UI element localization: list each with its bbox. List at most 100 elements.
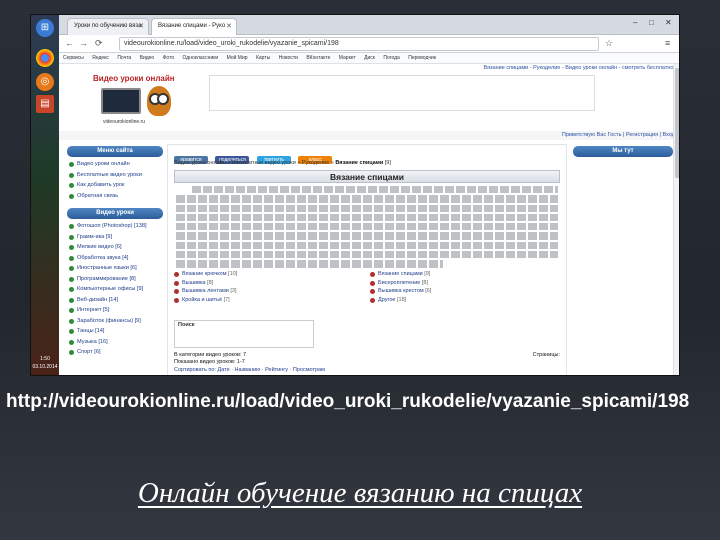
taskbar-clock: 1:50: [40, 356, 50, 362]
user-bar: Приветствую Вас Гость | Регистрация | Вх…: [59, 131, 679, 140]
breadcrumb-current: Вязание спицами: [335, 160, 384, 166]
close-icon[interactable]: ✕: [138, 22, 144, 30]
sidebar-item[interactable]: Видео уроки онлайн: [67, 159, 163, 170]
maximize-icon[interactable]: □: [649, 18, 654, 27]
bookmark-item[interactable]: Карты: [256, 55, 270, 61]
search-label: Поиск: [178, 322, 195, 328]
sidebar-header-lessons: Видео уроки: [67, 208, 163, 219]
bookmark-item[interactable]: Фото: [163, 55, 175, 61]
owl-icon: [147, 86, 171, 116]
forward-icon[interactable]: →: [79, 38, 88, 48]
sidebar-item[interactable]: Спорт [6]: [67, 347, 163, 358]
right-sidebar-header: Мы тут: [573, 146, 673, 157]
sidebar-item[interactable]: Интернет [5]: [67, 305, 163, 316]
login-links[interactable]: Приветствую Вас Гость | Регистрация | Вх…: [562, 132, 675, 138]
breadcrumb-count: [9]: [384, 160, 391, 166]
slide-title: Онлайн обучение вязанию на спицах: [137, 477, 583, 509]
subcategory-link[interactable]: Вязание крючком [10]: [174, 270, 354, 279]
site-topbar: Вязание спицами - Рукоделие - Видео урок…: [59, 64, 679, 73]
sidebar-item[interactable]: Танцы [14]: [67, 326, 163, 337]
site-logo[interactable]: Видео уроки онлайн videourokionline.ru: [93, 74, 185, 129]
main-content: нравится поделиться твитнуть класс Видео…: [167, 144, 567, 375]
address-bar: ← → ⟳ videourokionline.ru/load/video_uro…: [59, 35, 679, 53]
category-description: [174, 186, 560, 268]
logo-title: Видео уроки онлайн: [93, 74, 175, 83]
search-widget[interactable]: Поиск: [174, 320, 314, 348]
logo-url: videourokionline.ru: [103, 119, 145, 125]
bookmark-item[interactable]: Одноклассники: [183, 55, 219, 61]
sidebar-item[interactable]: Мелкие видео [6]: [67, 242, 163, 253]
breadcrumb-item[interactable]: Видео уроки онлайн: [174, 160, 226, 166]
subcategory-link[interactable]: Вышивка лентами [3]: [174, 287, 354, 296]
sidebar-item[interactable]: Компьютерные офисы [9]: [67, 284, 163, 295]
bookmarks-bar: Сервисы Яндекс Почта Видео Фото Одноклас…: [59, 53, 679, 64]
star-icon[interactable]: ☆: [605, 38, 613, 49]
browser-window: Уроки по обучению вяза ✕ Вязание спицами…: [59, 15, 679, 375]
stats-shown: Показано видео уроков: 1-7: [174, 359, 245, 365]
sidebar-item[interactable]: Программирование [8]: [67, 274, 163, 285]
subcategory-link[interactable]: Вышивка [8]: [174, 279, 354, 288]
subcategory-list: Вязание крючком [10] Вышивка [8] Вышивка…: [174, 270, 560, 308]
sidebar-item[interactable]: Обработка звука [4]: [67, 253, 163, 264]
page-scrollbar[interactable]: [673, 64, 679, 375]
lesson-stats: В категории видео уроков: 7 Показано вид…: [174, 352, 246, 366]
presentation-icon[interactable]: ▤: [36, 95, 54, 113]
bookmark-item[interactable]: Сервисы: [63, 55, 84, 61]
page-title: Вязание спицами: [174, 170, 560, 183]
avast-icon[interactable]: ◎: [36, 73, 54, 91]
subcategory-link[interactable]: Вязание спицами [9]: [370, 270, 550, 279]
left-sidebar: Меню сайта Видео уроки онлайн Бесплатные…: [67, 146, 163, 375]
bookmark-item[interactable]: Видео: [140, 55, 155, 61]
sidebar-item[interactable]: Веб-дизайн [14]: [67, 295, 163, 306]
tab-label: Уроки по обучению вяза: [74, 23, 142, 29]
chrome-icon[interactable]: [36, 49, 54, 67]
breadcrumb: Видео уроки онлайн » Бесплатные видео ур…: [174, 160, 391, 166]
web-page: Вязание спицами - Рукоделие - Видео урок…: [59, 64, 679, 375]
minimize-icon[interactable]: –: [633, 18, 637, 27]
back-icon[interactable]: ←: [65, 38, 74, 48]
sidebar-item[interactable]: Иностранные языки [6]: [67, 263, 163, 274]
sidebar-item[interactable]: Фотошоп (Photoshop) [138]: [67, 221, 163, 232]
url-input[interactable]: videourokionline.ru/load/video_uroki_ruk…: [119, 37, 599, 51]
sidebar-item[interactable]: Как добавить урок: [67, 180, 163, 191]
scrollbar-thumb[interactable]: [675, 68, 679, 178]
tab-knitting[interactable]: Вязание спицами - Руко ✕: [151, 18, 237, 35]
laptop-icon: [101, 88, 141, 114]
sidebar-item[interactable]: Заработок (финансы) [9]: [67, 316, 163, 327]
tab-lessons[interactable]: Уроки по обучению вяза ✕: [67, 18, 149, 35]
subcategory-link[interactable]: Другое [18]: [370, 296, 550, 305]
sidebar-item[interactable]: Музыка [16]: [67, 337, 163, 348]
close-window-icon[interactable]: ✕: [665, 18, 672, 27]
share-buttons: нравится поделиться твитнуть класс: [174, 148, 560, 164]
bookmark-item[interactable]: Почта: [117, 55, 131, 61]
bookmark-item[interactable]: Новости: [279, 55, 298, 61]
bookmark-item[interactable]: Переводчик: [408, 55, 436, 61]
menu-icon[interactable]: ≡: [665, 38, 670, 48]
taskbar-date: 03.10.2014: [32, 364, 58, 370]
bookmark-item[interactable]: Маркет: [339, 55, 356, 61]
url-caption: http://videourokionline.ru/load/video_ur…: [6, 391, 690, 412]
close-icon[interactable]: ✕: [226, 22, 232, 30]
bookmark-item[interactable]: ВКонтакте: [306, 55, 330, 61]
sort-links[interactable]: Сортировать по: Дате · Названию · Рейтин…: [174, 367, 325, 373]
windows-taskbar: ⊞ ◎ ▤ 1:50 03.10.2014: [31, 15, 59, 375]
ad-banner: [209, 75, 595, 111]
breadcrumb-item[interactable]: Бесплатные видео уроки: [232, 160, 296, 166]
bookmark-item[interactable]: Диск: [364, 55, 375, 61]
subcategory-link[interactable]: Бисероплетение [8]: [370, 279, 550, 288]
bookmark-item[interactable]: Мой Мир: [227, 55, 248, 61]
reload-icon[interactable]: ⟳: [95, 38, 103, 49]
right-sidebar: Мы тут: [573, 146, 673, 375]
site-tagline: Вязание спицами - Рукоделие - Видео урок…: [483, 65, 675, 71]
sidebar-item[interactable]: Бесплатные видео уроки: [67, 170, 163, 181]
bookmark-item[interactable]: Яндекс: [92, 55, 109, 61]
sidebar-item[interactable]: Грамм-ика [9]: [67, 232, 163, 243]
windows-start-icon[interactable]: ⊞: [36, 19, 54, 37]
sidebar-header-menu: Меню сайта: [67, 146, 163, 157]
sidebar-item[interactable]: Обратная связь: [67, 191, 163, 202]
subcategory-link[interactable]: Кройка и шитьё [7]: [174, 296, 354, 305]
subcategory-link[interactable]: Вышивка крестом [6]: [370, 287, 550, 296]
bookmark-item[interactable]: Погода: [383, 55, 399, 61]
breadcrumb-item[interactable]: Рукоделие: [302, 160, 329, 166]
browser-screenshot: ⊞ ◎ ▤ 1:50 03.10.2014 Уроки по обучению …: [30, 14, 680, 376]
